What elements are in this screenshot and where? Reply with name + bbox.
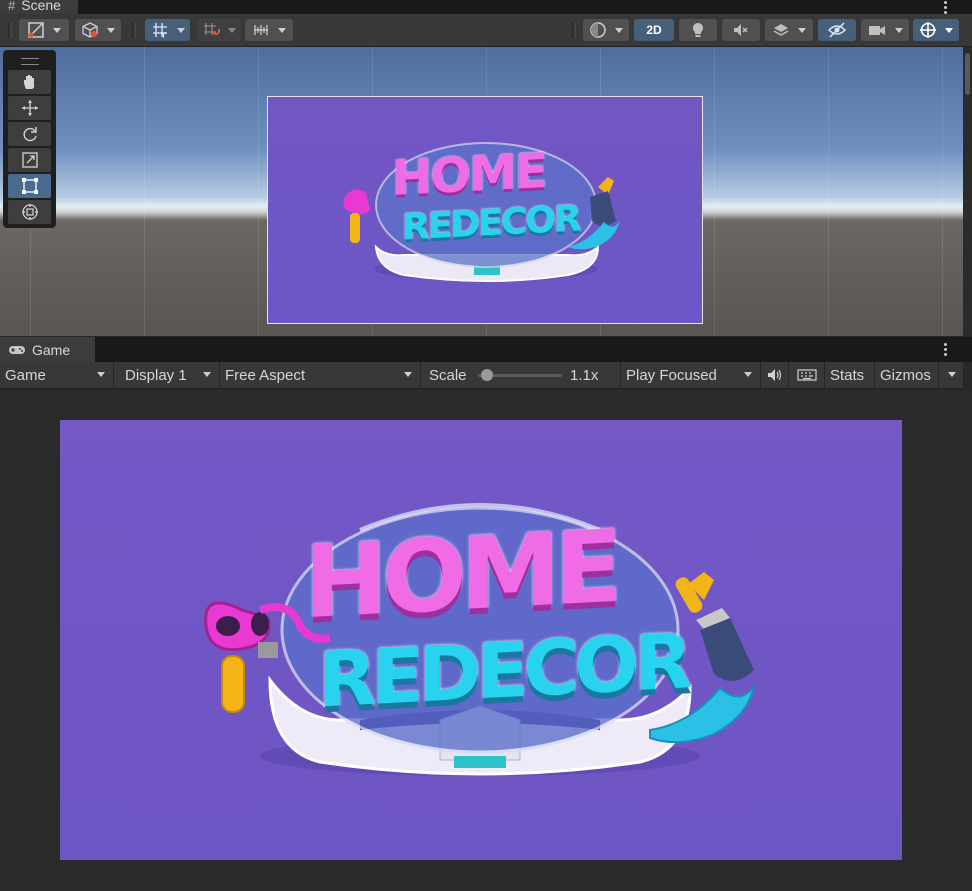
chevron-down-icon: [228, 27, 236, 33]
svg-text:Y: Y: [160, 31, 166, 39]
game-logo-home-text: HOME: [304, 507, 617, 642]
scene-menu-kebab-icon[interactable]: [938, 0, 952, 14]
scene-toolbar: Y 2D: [0, 14, 972, 47]
light-bulb-icon: [693, 23, 703, 37]
chevron-down-icon: [948, 372, 956, 377]
scene-logo-home-text: HOME: [392, 142, 546, 208]
scale-slider-handle[interactable]: [481, 369, 493, 381]
display-label: Display 1: [125, 366, 187, 384]
palette-grip[interactable]: [21, 58, 39, 65]
chevron-down-icon: [97, 372, 105, 377]
gizmos-dropdown[interactable]: [913, 19, 959, 41]
scene-scrollbar[interactable]: [963, 47, 972, 336]
chevron-down-icon: [945, 27, 953, 33]
speaker-icon: [767, 369, 781, 381]
video-camera-icon: [869, 26, 885, 35]
scene-tab[interactable]: # Scene: [0, 0, 78, 14]
rotate-icon: [23, 127, 37, 142]
sphere-icon: [590, 22, 606, 38]
grid-snap-dropdown[interactable]: Y: [145, 19, 190, 41]
scene-camera-dropdown[interactable]: [861, 19, 909, 41]
scene-camera-frame[interactable]: HOME REDECOR: [267, 96, 703, 324]
game-gizmos-label: Gizmos: [880, 366, 931, 384]
draw-mode-dropdown[interactable]: [19, 19, 69, 41]
hidden-eye-icon: [827, 22, 847, 38]
aspect-dropdown[interactable]: Free Aspect: [220, 362, 421, 388]
scene-tool-palette: [3, 50, 56, 228]
ruler-icon: [254, 25, 268, 35]
keyboard-icon: [796, 369, 817, 381]
increment-snap-dropdown[interactable]: [197, 19, 241, 41]
move-tool-button[interactable]: [8, 96, 51, 120]
play-mode-dropdown[interactable]: Play Focused: [621, 362, 761, 388]
game-tab-label: Game: [32, 341, 71, 358]
scale-icon: [21, 152, 38, 168]
scale-value: 1.1x: [570, 367, 599, 384]
scene-tab-bar: # Scene: [0, 0, 972, 14]
chevron-down-icon: [176, 27, 185, 33]
scale-label: Scale: [429, 366, 467, 384]
scene-visibility-toggle[interactable]: [818, 19, 856, 41]
effects-dropdown[interactable]: [765, 19, 813, 41]
game-gizmos-toggle[interactable]: Gizmos: [875, 362, 939, 388]
toolbar-separator: [132, 22, 136, 38]
chevron-down-icon: [404, 372, 412, 377]
game-tab-bar: Game: [0, 337, 972, 362]
stats-toggle[interactable]: Stats: [825, 362, 875, 388]
move-arrows-icon: [21, 100, 38, 116]
scale-tool-button[interactable]: [8, 148, 51, 172]
render-mode-dropdown[interactable]: [75, 19, 121, 41]
grid-hash-icon: #: [8, 0, 16, 13]
game-toolbar: Game Display 1 Free Aspect Scale 1.1x Pl…: [0, 362, 963, 389]
mode-2d-toggle[interactable]: 2D: [634, 19, 674, 41]
toolbar-separator: [572, 22, 576, 38]
shading-mode-dropdown[interactable]: [583, 19, 629, 41]
cube-icon: [82, 22, 98, 38]
game-tab[interactable]: Game: [0, 337, 95, 362]
audio-toggle[interactable]: [722, 19, 760, 41]
chevron-down-icon: [798, 27, 806, 33]
mode-2d-label: 2D: [646, 23, 662, 37]
rect-tool-button[interactable]: [8, 174, 51, 198]
rect-transform-icon: [21, 178, 38, 194]
lighting-toggle[interactable]: [679, 19, 717, 41]
toolbar-separator: [8, 22, 12, 38]
stats-label: Stats: [830, 366, 865, 384]
chevron-down-icon: [615, 27, 623, 33]
game-gizmos-dropdown[interactable]: [939, 362, 963, 388]
game-menu-kebab-icon[interactable]: [938, 337, 952, 362]
chevron-down-icon: [278, 27, 286, 33]
game-view-dropdown[interactable]: Game: [0, 362, 114, 388]
layers-stack-icon: [773, 24, 789, 36]
chevron-down-icon: [107, 27, 115, 33]
game-view-label: Game: [5, 366, 46, 384]
aspect-label: Free Aspect: [225, 366, 306, 384]
chevron-down-icon: [203, 372, 211, 377]
scene-tab-label: Scene: [21, 0, 61, 13]
display-dropdown[interactable]: Display 1: [120, 362, 220, 388]
game-canvas[interactable]: HOME REDECOR: [60, 420, 902, 860]
chevron-down-icon: [895, 27, 903, 33]
chevron-down-icon: [53, 27, 61, 33]
grid-snap-icon: Y: [152, 23, 167, 39]
gizmo-globe-icon: [920, 22, 936, 38]
magnet-snap-icon: [204, 23, 220, 35]
hand-tool-button[interactable]: [8, 70, 51, 94]
transform-tool-button[interactable]: [8, 200, 51, 224]
rotate-tool-button[interactable]: [8, 122, 51, 146]
gamepad-icon: [9, 345, 25, 354]
hand-icon: [23, 75, 34, 89]
scrollbar-thumb[interactable]: [965, 53, 970, 95]
play-mode-label: Play Focused: [626, 366, 717, 384]
ruler-snap-dropdown[interactable]: [245, 19, 293, 41]
speaker-mute-icon: [734, 24, 748, 36]
transform-all-icon: [21, 204, 38, 220]
shaded-draw-mode-icon: [28, 22, 44, 38]
chevron-down-icon: [744, 372, 752, 377]
mute-audio-toggle[interactable]: [761, 362, 789, 388]
keyboard-shortcuts-toggle[interactable]: [789, 362, 825, 388]
